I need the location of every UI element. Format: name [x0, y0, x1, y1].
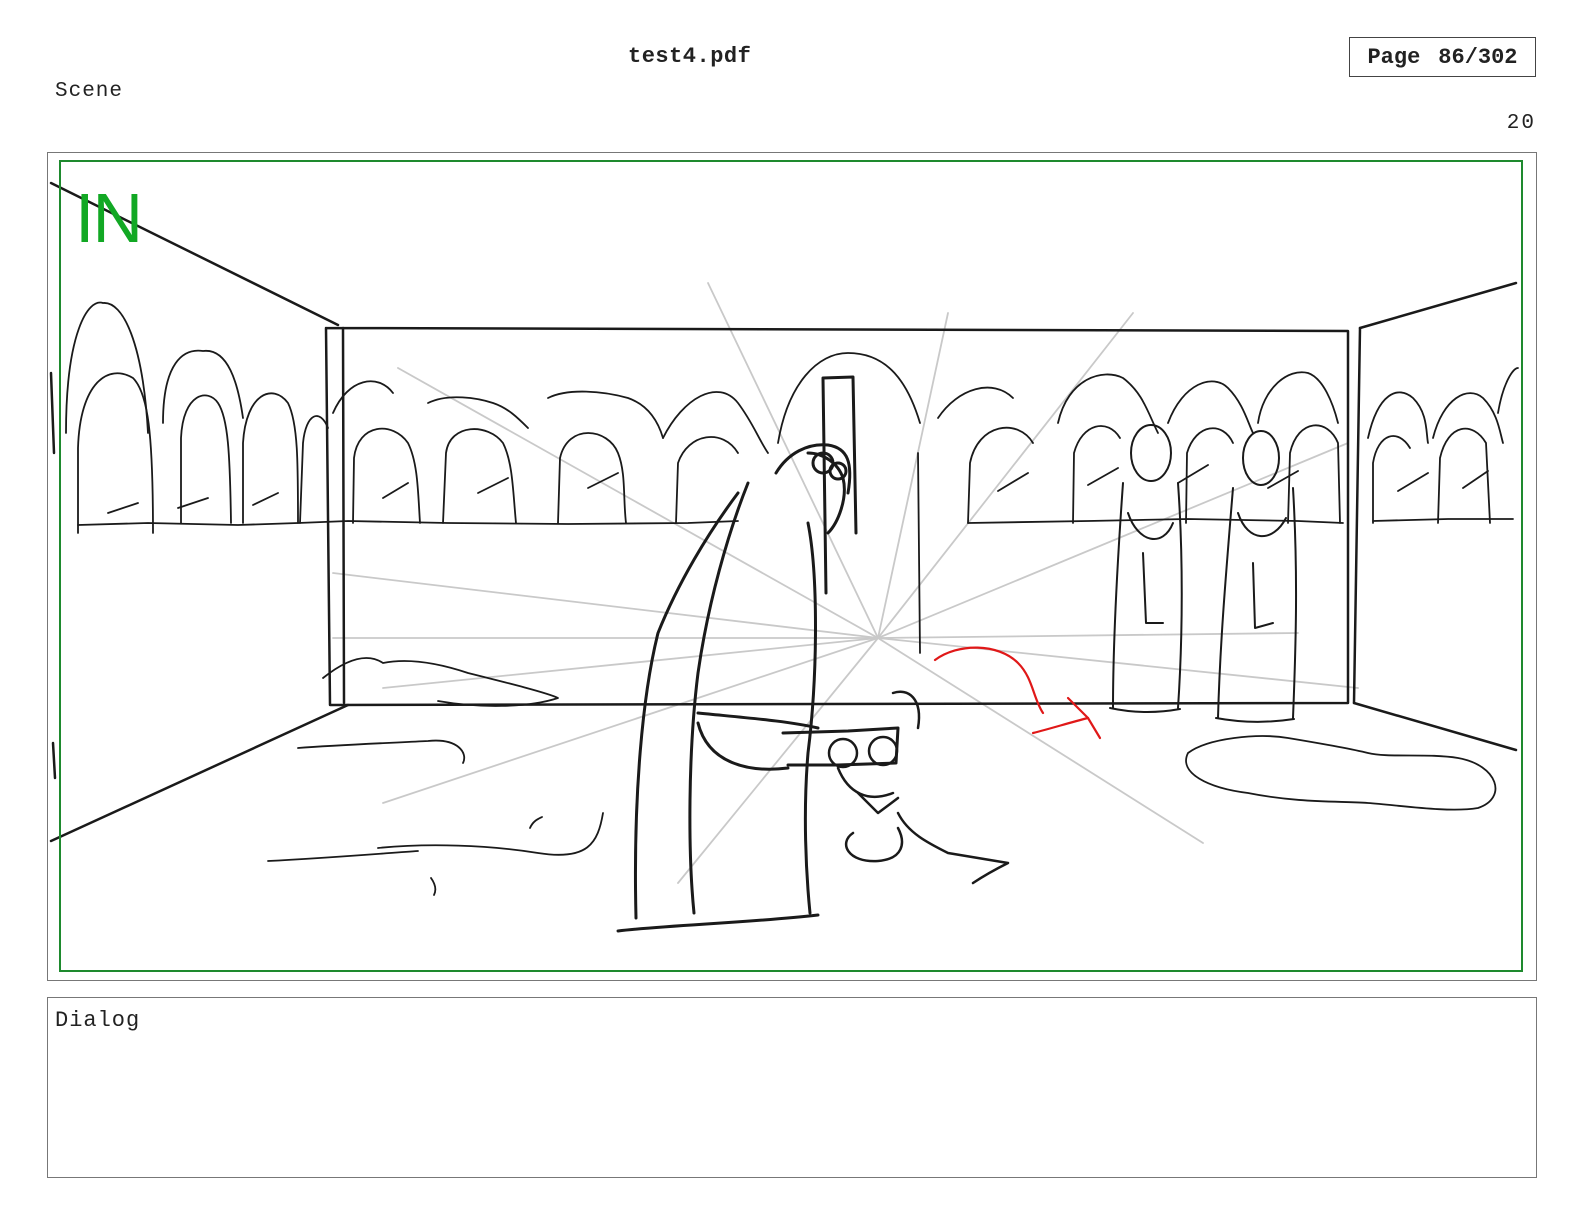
scene-number: 20 — [1506, 112, 1536, 135]
transition-in-label: IN — [75, 179, 143, 257]
dialog-box: Dialog — [47, 997, 1537, 1178]
page-value: 86/302 — [1438, 44, 1518, 70]
page-label: Page — [1367, 44, 1421, 70]
document-title: test4.pdf — [628, 44, 752, 69]
scene-label: Scene — [55, 80, 124, 103]
dialog-label: Dialog — [55, 1008, 141, 1033]
safe-frame — [59, 160, 1523, 972]
storyboard-panel: IN — [47, 152, 1537, 981]
page-indicator: Page 86/302 — [1349, 37, 1536, 77]
